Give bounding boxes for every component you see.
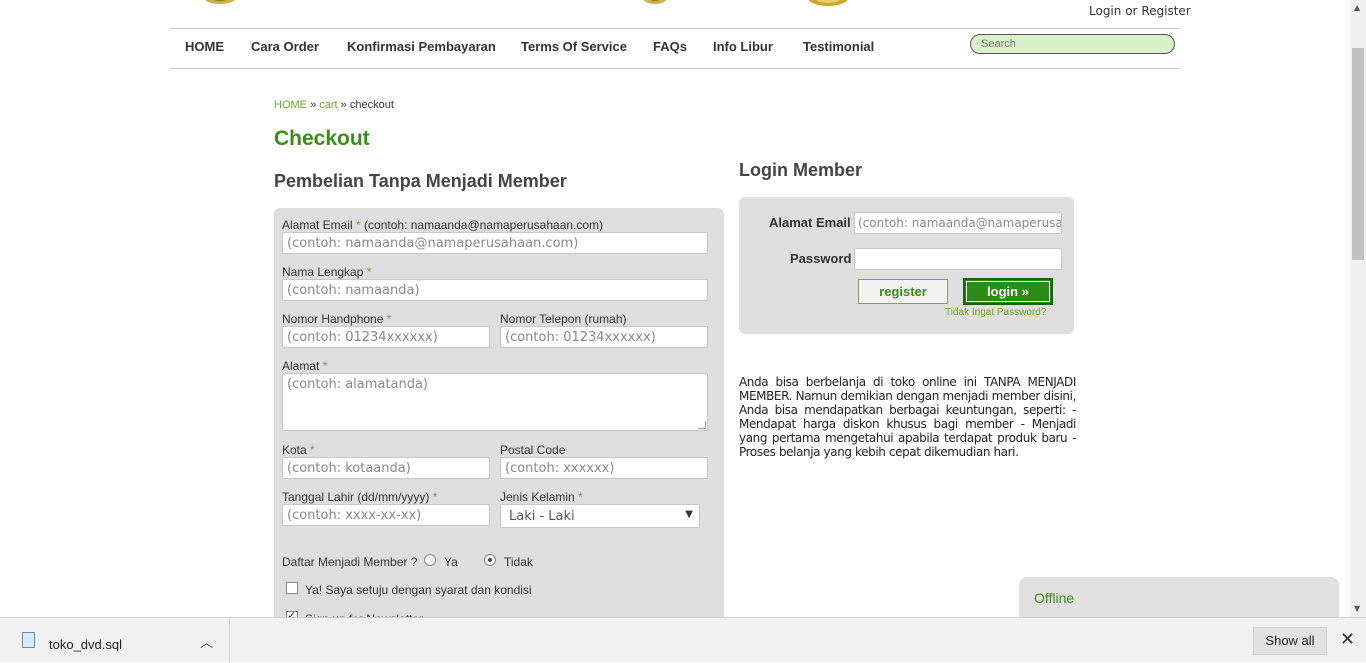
address-label-text: Alamat: [282, 359, 320, 373]
nav-item-info-libur[interactable]: Info Libur: [713, 39, 773, 54]
login-password-label: Password: [790, 251, 852, 266]
nav-item-terms-of-service[interactable]: Terms Of Service: [521, 39, 627, 54]
required-mark: *: [432, 490, 438, 504]
required-mark: *: [356, 218, 361, 232]
page-scrollbar[interactable]: ▲ ▼: [1350, 0, 1366, 617]
required-mark: *: [578, 490, 583, 504]
member-yes-label: Ya: [444, 555, 458, 569]
nav-item-home[interactable]: HOME: [185, 39, 224, 54]
register-button[interactable]: register: [858, 279, 948, 304]
logo-left-icon: [204, 0, 236, 4]
gender-selected-value: Laki - Laki: [509, 509, 575, 524]
name-label: Nama Lengkap *: [282, 265, 371, 279]
member-no-label: Tidak: [504, 555, 533, 569]
login-member-form: Alamat Email (contoh: namaanda@namaperus…: [739, 197, 1074, 334]
nav-item-testimonial[interactable]: Testimonial: [803, 39, 874, 54]
dob-field[interactable]: (contoh: xxxx-xx-xx): [282, 504, 490, 526]
download-bar: toko_dvd.sql ︿ Show all ✕: [0, 617, 1366, 663]
dob-label-text: Tanggal Lahir (dd/mm/yyyy): [282, 490, 430, 504]
member-no-radio[interactable]: [484, 554, 496, 566]
handphone-label-text: Nomor Handphone: [282, 312, 384, 326]
breadcrumb-separator: »: [310, 99, 317, 111]
scroll-thumb[interactable]: [1352, 48, 1364, 260]
telephone-field[interactable]: (contoh: 01234xxxxxx): [500, 326, 708, 348]
email-label: Alamat Email * (contoh: namaanda@namaper…: [282, 218, 603, 232]
city-label-text: Kota: [282, 443, 307, 457]
download-item[interactable]: toko_dvd.sql ︿: [0, 618, 230, 663]
main-nav: HOME Cara Order Konfirmasi Pembayaran Te…: [170, 28, 1180, 69]
address-placeholder: (contoh: alamatanda): [287, 377, 428, 392]
email-field[interactable]: (contoh: namaanda@namaperusahaan.com): [282, 232, 708, 254]
login-link[interactable]: Login: [1089, 4, 1121, 18]
nav-item-konfirmasi-pembayaran[interactable]: Konfirmasi Pembayaran: [347, 39, 496, 54]
login-email-field[interactable]: (contoh: namaanda@namaperusahaan.com): [854, 212, 1062, 234]
register-link[interactable]: Register: [1141, 4, 1190, 18]
name-label-text: Nama Lengkap: [282, 265, 364, 279]
agree-terms-label: Ya! Saya setuju dengan syarat dan kondis…: [305, 583, 532, 597]
full-name-field[interactable]: (contoh: namaanda): [282, 279, 708, 301]
handphone-field[interactable]: (contoh: 01234xxxxxx): [282, 326, 490, 348]
gender-select[interactable]: Laki - Laki ▼: [500, 504, 700, 528]
show-all-button[interactable]: Show all: [1253, 627, 1327, 655]
city-field[interactable]: (contoh: kotaanda): [282, 457, 490, 479]
login-button[interactable]: login »: [963, 278, 1053, 305]
logo-disc-icon: [808, 0, 848, 6]
nav-item-faqs[interactable]: FAQs: [653, 39, 687, 54]
postal-code-label: Postal Code: [500, 443, 566, 457]
login-email-label: Alamat Email: [769, 215, 851, 230]
scroll-up-icon[interactable]: ▲: [1354, 3, 1360, 12]
breadcrumb-separator: »: [340, 99, 347, 111]
telephone-label: Nomor Telepon (rumah): [500, 312, 627, 326]
search-input[interactable]: Search: [970, 34, 1175, 54]
breadcrumb: HOME » cart » checkout: [274, 99, 394, 111]
agree-terms-checkbox[interactable]: [286, 582, 298, 594]
address-textarea[interactable]: (contoh: alamatanda): [282, 373, 708, 431]
logo-center-icon: [643, 0, 667, 4]
close-icon[interactable]: ✕: [1340, 629, 1355, 650]
required-mark: *: [386, 312, 392, 326]
breadcrumb-cart[interactable]: cart: [319, 99, 337, 111]
required-mark: *: [310, 443, 315, 457]
account-links: Login or Register: [1089, 4, 1191, 18]
required-mark: *: [366, 265, 372, 279]
required-mark: *: [322, 359, 328, 373]
dob-label: Tanggal Lahir (dd/mm/yyyy) *: [282, 490, 437, 504]
chevron-up-icon[interactable]: ︿: [200, 632, 213, 651]
or-text: or: [1125, 4, 1138, 18]
breadcrumb-home[interactable]: HOME: [274, 99, 307, 111]
gender-label: Jenis Kelamin *: [500, 490, 583, 504]
postal-code-field[interactable]: (contoh: xxxxxx): [500, 457, 708, 479]
chat-status: Offline: [1034, 590, 1075, 606]
city-label: Kota *: [282, 443, 315, 457]
nav-item-cara-order[interactable]: Cara Order: [251, 39, 319, 54]
breadcrumb-current: checkout: [349, 99, 394, 111]
scroll-down-icon[interactable]: ▼: [1354, 604, 1360, 613]
member-question: Daftar Menjadi Member ?: [282, 555, 418, 569]
download-file-name: toko_dvd.sql: [49, 637, 122, 652]
forgot-password-link[interactable]: Tidak Ingat Password?: [945, 307, 1046, 318]
gender-label-text: Jenis Kelamin: [500, 490, 575, 504]
email-hint: (contoh: namaanda@namaperusahaan.com): [364, 218, 604, 232]
file-icon: [22, 632, 35, 648]
dropdown-arrow-icon: ▼: [685, 509, 693, 520]
email-label-text: Alamat Email: [282, 218, 353, 232]
login-section-title: Login Member: [739, 160, 863, 180]
resize-handle-icon[interactable]: [698, 421, 706, 429]
address-label: Alamat *: [282, 359, 327, 373]
handphone-label: Nomor Handphone *: [282, 312, 391, 326]
member-benefits-text: Anda bisa berbelanja di toko online ini …: [739, 375, 1076, 459]
guest-section-title: Pembelian Tanpa Menjadi Member: [274, 171, 567, 191]
guest-checkout-form: Alamat Email * (contoh: namaanda@namaper…: [274, 208, 724, 628]
member-yes-radio[interactable]: [424, 554, 436, 566]
login-password-field[interactable]: [854, 248, 1062, 270]
page-title: Checkout: [274, 127, 370, 150]
